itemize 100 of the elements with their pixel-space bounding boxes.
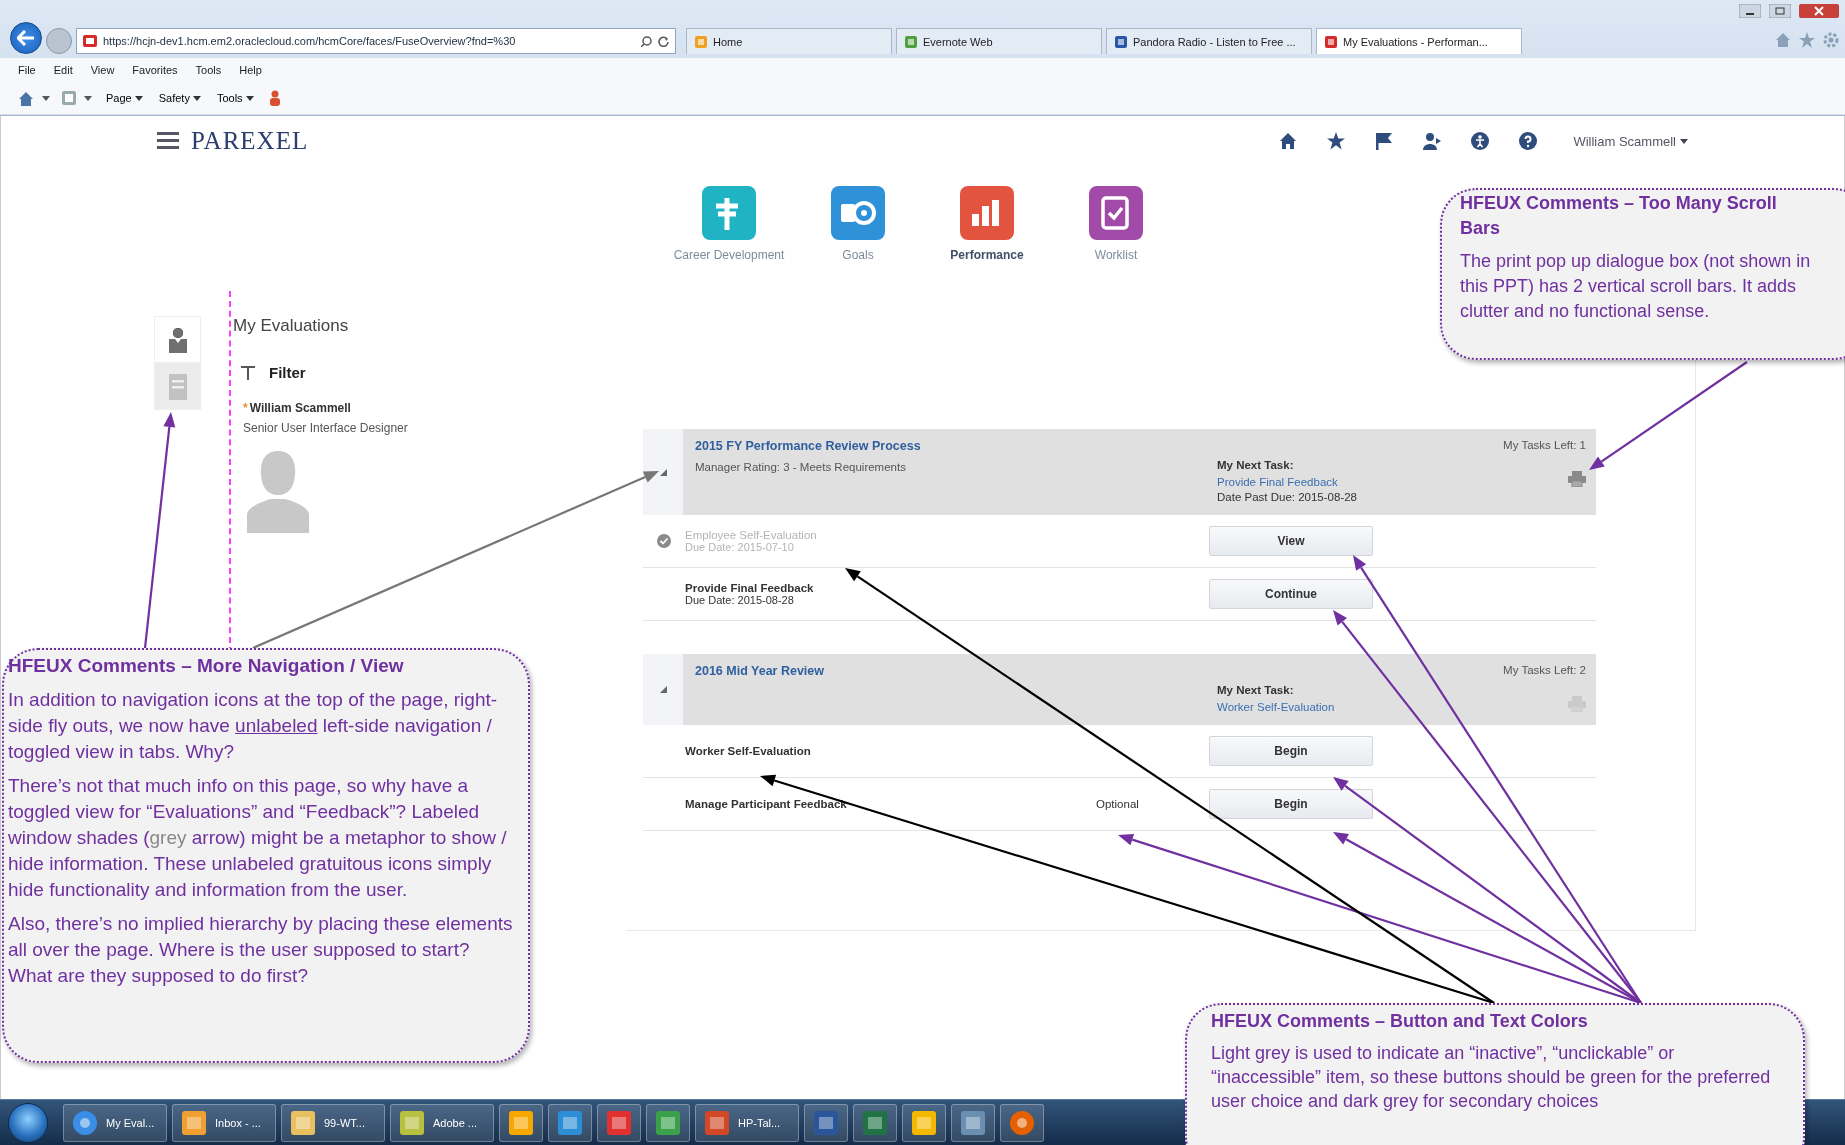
- refresh-icon: [658, 35, 669, 47]
- app-icon: [181, 1109, 207, 1136]
- page-icon: [83, 35, 97, 47]
- browser-tab[interactable]: My Evaluations - Performan...: [1316, 28, 1522, 54]
- task-action-button[interactable]: Begin: [1209, 789, 1373, 819]
- search-icon: [641, 35, 652, 47]
- menu-icon[interactable]: [157, 132, 179, 150]
- callout-text: The print pop up dialogue box (not shown in this PPT) has 2 vertical scroll bars. It adds clutter and no functional sense.: [1460, 250, 1812, 323]
- expand-icon[interactable]: [659, 686, 667, 693]
- browser-tab[interactable]: Pandora Radio - Listen to Free ...: [1106, 28, 1312, 54]
- back-arrow-icon: [17, 30, 35, 46]
- app-icon: [655, 1109, 681, 1136]
- app-icon: [813, 1109, 839, 1136]
- caret-icon: [192, 95, 201, 101]
- due-text: Date Past Due: 2015-08-28: [1217, 491, 1358, 503]
- callout-text: Light grey is used to indicate an “inactive”, “unclickable” or “inaccessible” item, so these buttons should be green for the preferred user choice and dark grey for secondary choices: [1211, 1042, 1772, 1113]
- employee-role: Senior User Interface Designer: [243, 421, 409, 435]
- task-due-date: Due Date: 2015-07-10: [685, 541, 795, 553]
- task-action-button[interactable]: Continue: [1209, 579, 1373, 609]
- task-due-date: Due Date: 2015-08-28: [685, 594, 795, 606]
- nav-item[interactable]: Worklist: [1051, 186, 1181, 262]
- menu-item[interactable]: Help: [239, 64, 262, 76]
- employee-name: William Scammell: [249, 401, 351, 415]
- taskbar-button[interactable]: My Eval...: [63, 1103, 167, 1142]
- page-icon: [1115, 35, 1127, 48]
- person-icon: [167, 326, 188, 353]
- menu-item[interactable]: Tools: [195, 64, 222, 76]
- flag-icon[interactable]: [1375, 132, 1394, 150]
- person-icon[interactable]: [1423, 132, 1442, 150]
- taskbar-button[interactable]: [646, 1103, 690, 1142]
- maximize-icon[interactable]: [1769, 4, 1791, 18]
- task-action-button[interactable]: Begin: [1209, 736, 1373, 766]
- taskbar-button[interactable]: [1000, 1103, 1044, 1142]
- callout-title: HFEUX Comments – Too Many Scroll Bars: [1460, 192, 1778, 240]
- command-menu[interactable]: Tools: [214, 90, 256, 106]
- task-name: Provide Final Feedback: [685, 582, 815, 594]
- side-tab[interactable]: [154, 316, 201, 363]
- avatar-icon: [247, 449, 309, 533]
- taskbar-button[interactable]: [499, 1103, 543, 1142]
- menu-item[interactable]: Edit: [53, 64, 73, 76]
- taskbar-button[interactable]: [902, 1103, 946, 1142]
- next-task-link[interactable]: Worker Self-Evaluation: [1217, 701, 1483, 713]
- task-action-button[interactable]: View: [1209, 526, 1373, 556]
- next-task-link[interactable]: Provide Final Feedback: [1217, 476, 1483, 488]
- page-icon: [905, 35, 917, 48]
- page-title: My Evaluations: [233, 316, 350, 336]
- task-name: Worker Self-Evaluation: [685, 745, 812, 757]
- app-icon: [862, 1109, 888, 1136]
- caret-icon: [84, 95, 92, 101]
- menu-item[interactable]: View: [90, 64, 115, 76]
- back-button[interactable]: [10, 22, 42, 54]
- app-icon: [704, 1109, 730, 1136]
- home-icon[interactable]: [18, 90, 34, 106]
- taskbar-button[interactable]: [951, 1103, 995, 1142]
- command-menu[interactable]: Page: [104, 90, 145, 106]
- review-title[interactable]: 2015 FY Performance Review Process: [695, 439, 1217, 453]
- review-title[interactable]: 2016 Mid Year Review: [695, 664, 1217, 678]
- filter-icon[interactable]: [241, 365, 255, 380]
- app-icon: [1009, 1109, 1035, 1136]
- menu-item[interactable]: Favorites: [132, 64, 178, 76]
- nav-item[interactable]: Career Development: [664, 186, 794, 262]
- user-menu[interactable]: William Scammell: [1567, 132, 1694, 150]
- home-icon[interactable]: [1279, 132, 1298, 150]
- app-icon: [290, 1109, 316, 1136]
- task-name: Manage Participant Feedback: [685, 798, 848, 810]
- taskbar-button[interactable]: [597, 1103, 641, 1142]
- callout-text: Also, there’s no implied hierarchy by placing these elements all over the page. Where is the user supposed to start? What are they supposed to do first?: [8, 912, 514, 988]
- menu-item[interactable]: File: [18, 64, 36, 76]
- task-name: Employee Self-Evaluation: [685, 529, 818, 541]
- taskbar-button[interactable]: [853, 1103, 897, 1142]
- app-icon: [399, 1109, 425, 1136]
- next-task-label: My Next Task:: [1217, 459, 1295, 471]
- star-icon[interactable]: [1327, 132, 1346, 150]
- minimize-icon[interactable]: [1739, 4, 1761, 18]
- tasks-left-text: My Tasks Left: 1: [1503, 439, 1586, 451]
- nav-item[interactable]: Performance: [922, 186, 1052, 262]
- taskbar-button[interactable]: 99-WT...: [281, 1103, 385, 1142]
- browser-tab[interactable]: Evernote Web: [896, 28, 1102, 54]
- start-button[interactable]: [8, 1102, 48, 1143]
- close-icon[interactable]: [1799, 4, 1839, 18]
- filter-label[interactable]: Filter: [269, 364, 306, 381]
- nav-item[interactable]: Goals: [793, 186, 923, 262]
- callout-text: There’s not that much info on this page, so why have a toggled view for “Evaluations” and “Feedback”? Labeled window shades (grey arrow) might be a metaphor to show / hide information. These unlabeled gratuitous icons simply hide functionality and information from the user.: [8, 774, 508, 902]
- taskbar-button[interactable]: HP-Tal...: [695, 1103, 799, 1142]
- logo: PAREXEL: [191, 127, 309, 155]
- address-field[interactable]: https://hcjn-dev1.hcm.em2.oraclecloud.com/hcmCore/faces/FuseOverview?fnd=%30: [76, 28, 676, 54]
- taskbar-button[interactable]: Adobe ...: [390, 1103, 494, 1142]
- app-icon: [911, 1109, 937, 1136]
- accessibility-icon[interactable]: [1471, 132, 1490, 150]
- star-icon[interactable]: [1799, 32, 1815, 48]
- browser-tab[interactable]: Home: [686, 28, 892, 54]
- command-menu[interactable]: Safety: [156, 90, 203, 106]
- app-icon: [606, 1109, 632, 1136]
- taskbar-button[interactable]: [804, 1103, 848, 1142]
- caret-icon: [42, 95, 50, 101]
- app-icon: [557, 1109, 583, 1136]
- taskbar-button[interactable]: Inbox - ...: [172, 1103, 276, 1142]
- print-icon[interactable]: [1568, 471, 1586, 487]
- expand-icon[interactable]: [659, 468, 667, 476]
- taskbar-button[interactable]: [548, 1103, 592, 1142]
